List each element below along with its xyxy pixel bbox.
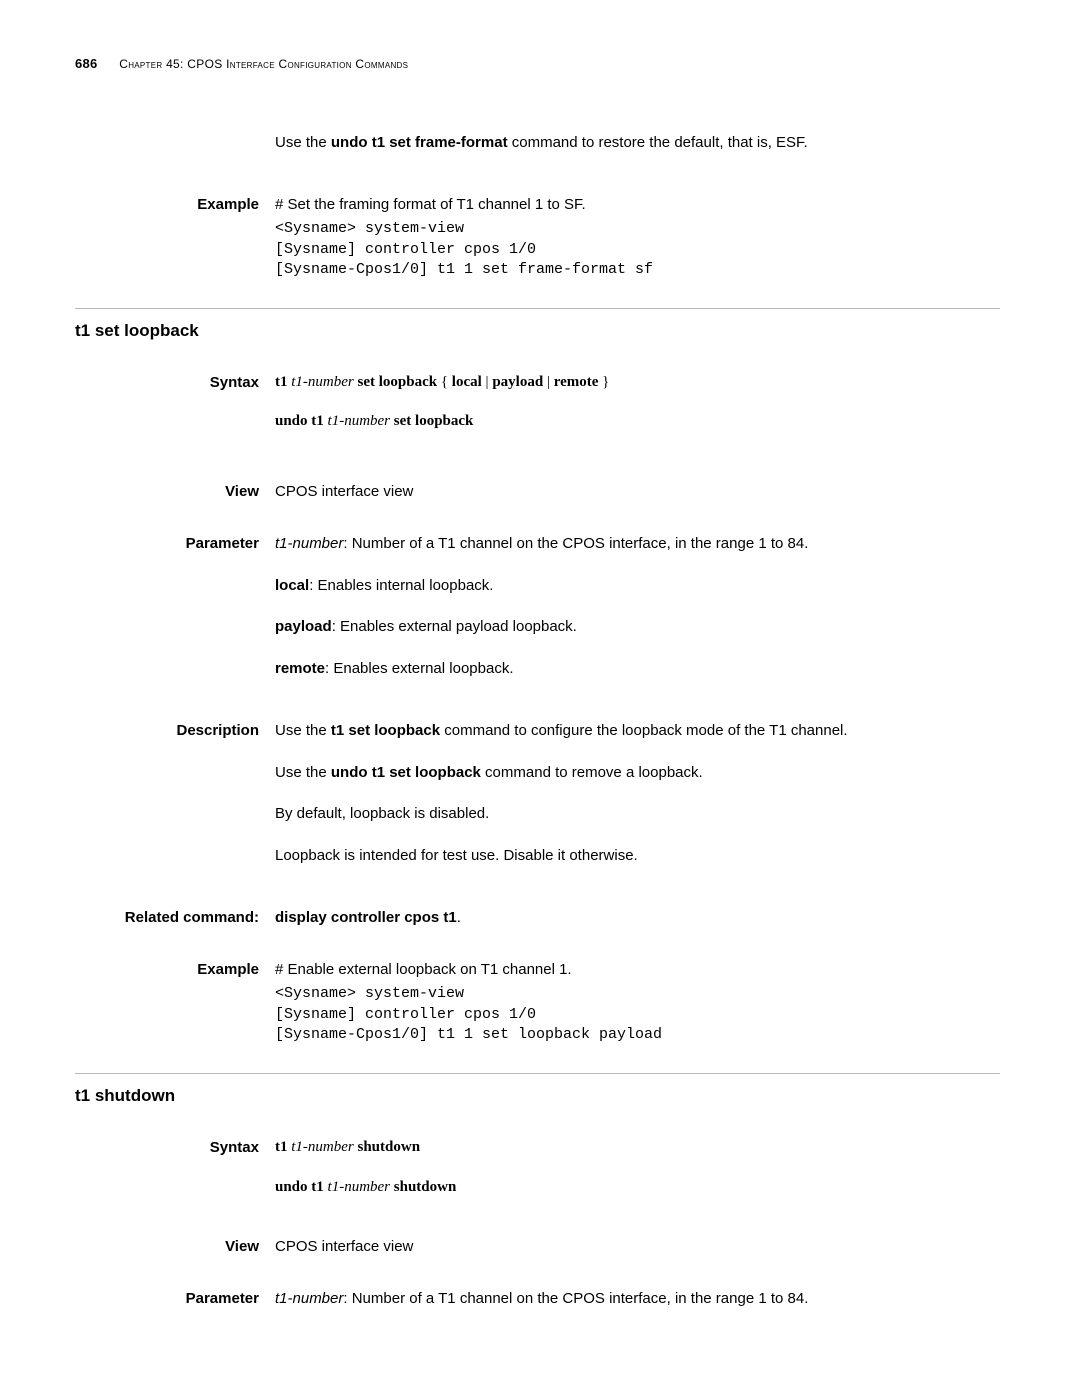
arg: t1-number [288,1139,358,1155]
text: command to configure the loopback mode o… [440,722,847,739]
desc-line: Loopback is intended for test use. Disab… [275,845,1000,867]
param-key: local [275,577,309,594]
intro-text: Use the undo t1 set frame-format command… [275,132,1000,154]
label-example: Example [75,194,275,281]
label-view: View [75,1236,275,1258]
section-divider [75,308,1000,309]
text: . [457,909,461,926]
text: Use the [275,722,331,739]
related-row: Related command: display controller cpos… [75,907,1000,929]
label-syntax: Syntax [75,1137,275,1217]
kw: t1 [275,1139,288,1155]
param-line: t1-number: Number of a T1 channel on the… [275,533,1000,555]
syntax-row: Syntax t1 t1-number set loopback { local… [75,372,1000,452]
page-header: 686 Chapter 45: CPOS Interface Configura… [75,55,1000,74]
example-row: Example # Enable external loopback on T1… [75,959,1000,1046]
param-text: : Enables external payload loopback. [332,618,577,635]
empty-label [75,132,275,174]
chapter-title: Chapter 45: CPOS Interface Configuration… [119,57,408,71]
view-row: View CPOS interface view [75,481,1000,503]
kw: set loopback [394,413,474,429]
page: 686 Chapter 45: CPOS Interface Configura… [0,0,1080,1397]
param-text: : Number of a T1 channel on the CPOS int… [343,1290,808,1307]
param-line: remote: Enables external loopback. [275,658,1000,680]
text: command to restore the default, that is,… [508,134,808,151]
arg: t1-number [288,374,358,390]
label-parameter: Parameter [75,1288,275,1310]
text: Use the [275,764,331,781]
label-description: Description [75,720,275,887]
description-content: Use the t1 set loopback command to confi… [275,720,1000,887]
page-number: 686 [75,56,98,71]
param-text: : Enables external loopback. [325,660,513,677]
arg: t1-number [324,413,394,429]
desc-line: By default, loopback is disabled. [275,803,1000,825]
label-syntax: Syntax [75,372,275,452]
text: Use the [275,134,331,151]
syntax-line: undo t1 t1-number set loopback [275,411,1000,433]
param-key: remote [275,660,325,677]
intro-row: Use the undo t1 set frame-format command… [75,132,1000,174]
param-line: payload: Enables external payload loopba… [275,616,1000,638]
label-view: View [75,481,275,503]
arg: t1-number [324,1179,394,1195]
section-title: t1 set loopback [75,319,1000,344]
param-key: payload [275,618,332,635]
example-code: <Sysname> system-view [Sysname] controll… [275,984,1000,1045]
parameter-content: t1-number: Number of a T1 channel on the… [275,1288,1000,1310]
kw: local [452,374,482,390]
cmd-name: undo t1 set loopback [331,764,481,781]
text: command to remove a loopback. [481,764,703,781]
label-example: Example [75,959,275,1046]
kw: set loopback [358,374,438,390]
kw: undo t1 [275,413,324,429]
cmd-name: undo t1 set frame-format [331,134,508,151]
text: { [437,374,452,390]
example-row: Example # Set the framing format of T1 c… [75,194,1000,281]
kw: t1 [275,374,288,390]
desc-line: Use the t1 set loopback command to confi… [275,720,1000,742]
text: | [543,374,554,390]
param-text: : Number of a T1 channel on the CPOS int… [343,535,808,552]
view-row: View CPOS interface view [75,1236,1000,1258]
example-desc: # Enable external loopback on T1 channel… [275,959,1000,981]
syntax-line: undo t1 t1-number shutdown [275,1177,1000,1199]
label-parameter: Parameter [75,533,275,700]
label-related: Related command: [75,907,275,929]
section-divider [75,1073,1000,1074]
text: } [598,374,609,390]
syntax-content: t1 t1-number shutdown undo t1 t1-number … [275,1137,1000,1217]
syntax-row: Syntax t1 t1-number shutdown undo t1 t1-… [75,1137,1000,1217]
syntax-line: t1 t1-number set loopback { local | payl… [275,372,1000,394]
kw: payload [492,374,543,390]
example-desc: # Set the framing format of T1 channel 1… [275,194,1000,216]
related-cmd: display controller cpos t1 [275,909,457,926]
param-text: : Enables internal loopback. [309,577,493,594]
related-content: display controller cpos t1. [275,907,1000,929]
kw: shutdown [358,1139,421,1155]
parameter-row: Parameter t1-number: Number of a T1 chan… [75,1288,1000,1310]
kw: shutdown [394,1179,457,1195]
parameter-row: Parameter t1-number: Number of a T1 chan… [75,533,1000,700]
desc-line: Use the undo t1 set loopback command to … [275,762,1000,784]
syntax-line: t1 t1-number shutdown [275,1137,1000,1159]
text: | [482,374,493,390]
example-code: <Sysname> system-view [Sysname] controll… [275,219,1000,280]
kw: undo t1 [275,1179,324,1195]
cmd-name: t1 set loopback [331,722,440,739]
param-key: t1-number [275,535,343,552]
param-line: local: Enables internal loopback. [275,575,1000,597]
kw: remote [554,374,599,390]
section-title: t1 shutdown [75,1084,1000,1109]
syntax-content: t1 t1-number set loopback { local | payl… [275,372,1000,452]
example-content: # Enable external loopback on T1 channel… [275,959,1000,1046]
example-content: # Set the framing format of T1 channel 1… [275,194,1000,281]
param-key: t1-number [275,1290,343,1307]
description-row: Description Use the t1 set loopback comm… [75,720,1000,887]
view-content: CPOS interface view [275,481,1000,503]
view-content: CPOS interface view [275,1236,1000,1258]
parameter-content: t1-number: Number of a T1 channel on the… [275,533,1000,700]
